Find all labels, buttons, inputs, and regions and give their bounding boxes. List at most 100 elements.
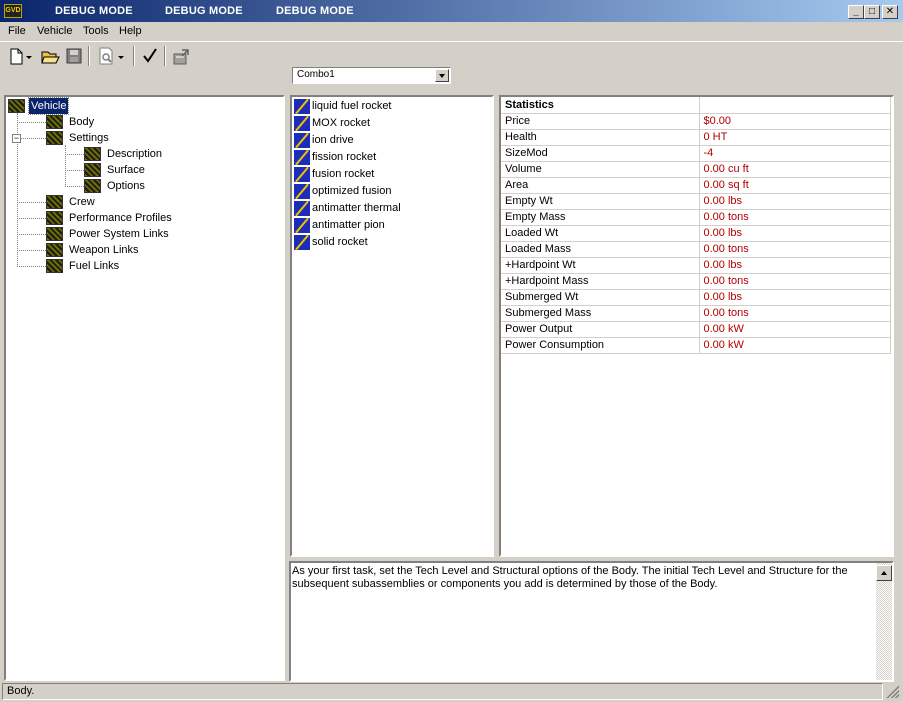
settings-folder-icon — [46, 131, 63, 145]
rocket-icon — [294, 235, 310, 250]
rocket-icon — [294, 150, 310, 165]
export-icon[interactable] — [171, 46, 191, 66]
performance-folder-icon — [46, 211, 63, 225]
statistics-table: Statistics Price $0.00 Health 0 HT SizeMod… — [501, 97, 891, 354]
tree-connector — [17, 234, 46, 235]
tree-connector — [17, 122, 46, 123]
toolbar-separator — [164, 46, 166, 66]
menu-help[interactable]: Help — [119, 25, 142, 37]
stat-value: 0.00 sq ft — [699, 177, 891, 194]
list-item-label: optimized fusion — [312, 185, 392, 197]
print-preview-icon[interactable] — [96, 46, 116, 66]
vertical-scrollbar[interactable] — [876, 563, 892, 680]
window-title-1: DEBUG MODE — [55, 5, 133, 17]
tree-connector — [65, 145, 66, 187]
weapon-folder-icon — [46, 243, 63, 257]
list-item-label: MOX rocket — [312, 117, 371, 129]
list-item-label: antimatter thermal — [312, 202, 401, 214]
combo-select[interactable]: Combo1 — [292, 67, 451, 84]
toolbar — [0, 41, 903, 69]
menu-vehicle[interactable]: Vehicle — [37, 25, 72, 37]
list-item-label: fusion rocket — [312, 168, 375, 180]
table-header-row: Statistics — [501, 97, 891, 114]
help-text-panel[interactable]: As your first task, set the Tech Level a… — [289, 561, 894, 682]
stat-value: 0.00 tons — [699, 273, 891, 290]
stat-label: Submerged Wt — [501, 289, 700, 306]
scroll-up-button[interactable] — [876, 565, 892, 581]
table-row: Loaded Mass 0.00 tons — [501, 241, 891, 258]
menu-file[interactable]: File — [8, 25, 26, 37]
rocket-icon — [294, 133, 310, 148]
stat-value: 0.00 kW — [699, 321, 891, 338]
app-icon[interactable]: GVD — [4, 4, 22, 18]
tree-node-label: Body — [69, 116, 95, 128]
toolbar-separator — [88, 46, 90, 66]
stat-value: -4 — [699, 145, 891, 162]
save-icon[interactable] — [64, 46, 84, 66]
tree-connector — [17, 218, 46, 219]
list-item-label: solid rocket — [312, 236, 368, 248]
stat-value: 0.00 lbs — [699, 225, 891, 242]
options-folder-icon — [84, 179, 101, 193]
table-row: Submerged Mass 0.00 tons — [501, 305, 891, 322]
table-row: Price $0.00 — [501, 113, 891, 130]
tree-connector — [65, 154, 84, 155]
combo-value: Combo1 — [297, 69, 335, 80]
stat-value: 0.00 tons — [699, 305, 891, 322]
chevron-down-icon[interactable] — [435, 69, 449, 82]
window-title-3: DEBUG MODE — [276, 5, 354, 17]
stat-label: +Hardpoint Wt — [501, 257, 700, 274]
stat-value: 0.00 lbs — [699, 257, 891, 274]
checkmark-icon[interactable] — [140, 46, 160, 66]
rocket-icon — [294, 218, 310, 233]
table-cell — [699, 97, 891, 114]
list-item-label: fission rocket — [312, 151, 377, 163]
stat-label: Submerged Mass — [501, 305, 700, 322]
collapse-toggle[interactable]: − — [12, 134, 21, 143]
close-button[interactable]: ✕ — [882, 5, 898, 19]
stat-label: Empty Wt — [501, 193, 700, 210]
stat-label: Area — [501, 177, 700, 194]
menu-tools[interactable]: Tools — [83, 25, 109, 37]
help-text: As your first task, set the Tech Level a… — [292, 565, 848, 590]
stat-value: 0 HT — [699, 129, 891, 146]
list-item-label: antimatter pion — [312, 219, 385, 231]
resize-grip-icon[interactable] — [885, 684, 899, 698]
rocket-icon — [294, 184, 310, 199]
stat-value: $0.00 — [699, 113, 891, 130]
vehicle-folder-icon — [8, 99, 25, 113]
surface-folder-icon — [84, 163, 101, 177]
tree-node-label: Weapon Links — [69, 244, 139, 256]
dropdown-arrow-icon[interactable] — [116, 46, 126, 66]
stat-label: Loaded Wt — [501, 225, 700, 242]
stat-value: 0.00 lbs — [699, 193, 891, 210]
rocket-icon — [294, 99, 310, 114]
stat-value: 0.00 kW — [699, 337, 891, 354]
list-item-label: liquid fuel rocket — [312, 100, 392, 112]
dropdown-arrow-icon[interactable] — [24, 46, 34, 66]
stat-label: SizeMod — [501, 145, 700, 162]
rocket-icon — [294, 201, 310, 216]
minimize-button[interactable]: _ — [848, 5, 864, 19]
table-row: SizeMod -4 — [501, 145, 891, 162]
stat-value: 0.00 tons — [699, 241, 891, 258]
tree-connector — [21, 138, 46, 139]
table-row: Power Consumption 0.00 kW — [501, 337, 891, 354]
tree-node-label: Description — [107, 148, 163, 160]
table-row: Empty Mass 0.00 tons — [501, 209, 891, 226]
maximize-button[interactable]: □ — [864, 5, 880, 19]
tree-node-label: Settings — [69, 132, 109, 144]
table-row: Loaded Wt 0.00 lbs — [501, 225, 891, 242]
table-row: Area 0.00 sq ft — [501, 177, 891, 194]
stat-label: Volume — [501, 161, 700, 178]
open-folder-icon[interactable] — [40, 46, 60, 66]
tree-node-label: Fuel Links — [69, 260, 120, 272]
component-list: liquid fuel rocket MOX rocket ion drive … — [290, 95, 494, 557]
tree-node-label: Vehicle — [27, 97, 70, 115]
tree-node-label: Surface — [107, 164, 145, 176]
table-row: Submerged Wt 0.00 lbs — [501, 289, 891, 306]
statistics-header: Statistics — [501, 97, 700, 114]
table-row: +Hardpoint Wt 0.00 lbs — [501, 257, 891, 274]
new-icon[interactable] — [6, 46, 26, 66]
table-row: Health 0 HT — [501, 129, 891, 146]
